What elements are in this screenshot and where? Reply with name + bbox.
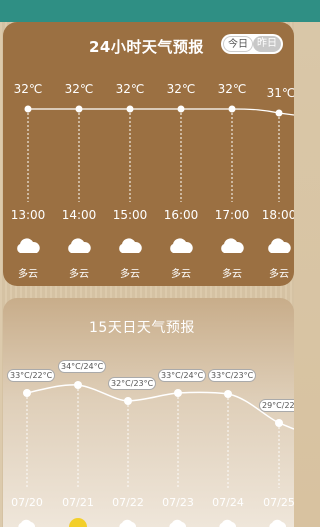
- cloud-icon: [269, 519, 287, 527]
- hour-point: [24, 105, 32, 113]
- hour-temp: 32℃: [115, 82, 145, 96]
- day-point: [23, 389, 31, 397]
- day-date: 07/20: [11, 496, 43, 509]
- hour-time: 15:00: [112, 208, 148, 222]
- cloud-icon: [219, 519, 237, 527]
- hour-point: [275, 109, 283, 117]
- daily-forecast-card: 15天日天气预报 33°C/22°C 34°C/24°C 32°C/23°C 3…: [3, 298, 294, 527]
- hour-time: 18:00: [261, 208, 294, 222]
- hour-time: 13:00: [10, 208, 46, 222]
- hour-temp: 32℃: [64, 82, 94, 96]
- day-point: [275, 419, 283, 427]
- day-point: [74, 381, 82, 389]
- day-date: 07/24: [212, 496, 244, 509]
- day-point: [124, 397, 132, 405]
- hour-temp: 32℃: [217, 82, 247, 96]
- hour-condition: 多云: [120, 269, 140, 280]
- day-range-badge: 32°C/23°C: [108, 377, 157, 390]
- cloud-icon: [119, 519, 137, 527]
- hour-condition: 多云: [269, 269, 289, 280]
- cloud-icon: [268, 238, 291, 253]
- hour-time: 16:00: [163, 208, 199, 222]
- hourly-temp-line: [24, 105, 294, 202]
- hour-time: 14:00: [61, 208, 97, 222]
- hour-point: [228, 105, 236, 113]
- day-date: 07/21: [62, 496, 94, 509]
- cloud-icon: [119, 238, 142, 253]
- hour-temp: 32℃: [13, 82, 43, 96]
- day-point: [174, 389, 182, 397]
- hour-point: [177, 105, 185, 113]
- day-range-badge: 33°C/23°C: [208, 369, 257, 382]
- hour-time: 17:00: [214, 208, 250, 222]
- day-range-badge: 33°C/22°C: [7, 369, 56, 382]
- hour-point: [126, 105, 134, 113]
- cloud-icon: [17, 238, 40, 253]
- day-point: [224, 390, 232, 398]
- hour-condition: 多云: [18, 269, 38, 280]
- cloud-icon: [18, 519, 36, 527]
- day-date: 07/25: [263, 496, 294, 509]
- day-range-badge: 34°C/24°C: [58, 360, 107, 373]
- hour-temp: 32℃: [166, 82, 196, 96]
- hourly-forecast-card: 24小时天气预报 今日 昨日 32℃ 32℃ 32℃ 32℃ 32℃ 31℃ 1…: [3, 22, 294, 286]
- hour-temp: 31℃: [266, 86, 294, 100]
- day-range-badge: 33°C/24°C: [158, 369, 207, 382]
- cloud-icon: [221, 238, 244, 253]
- hour-condition: 多云: [171, 269, 191, 280]
- cloud-icon: [170, 238, 193, 253]
- hour-condition: 多云: [69, 269, 89, 280]
- daily-temp-line: [23, 381, 294, 488]
- day-range-badge: 29°C/22°C: [259, 399, 294, 412]
- day-date: 07/23: [162, 496, 194, 509]
- hour-condition: 多云: [222, 269, 242, 280]
- cloud-icon: [169, 519, 187, 527]
- day-date: 07/22: [112, 496, 144, 509]
- hour-point: [75, 105, 83, 113]
- cloud-icon: [68, 238, 91, 253]
